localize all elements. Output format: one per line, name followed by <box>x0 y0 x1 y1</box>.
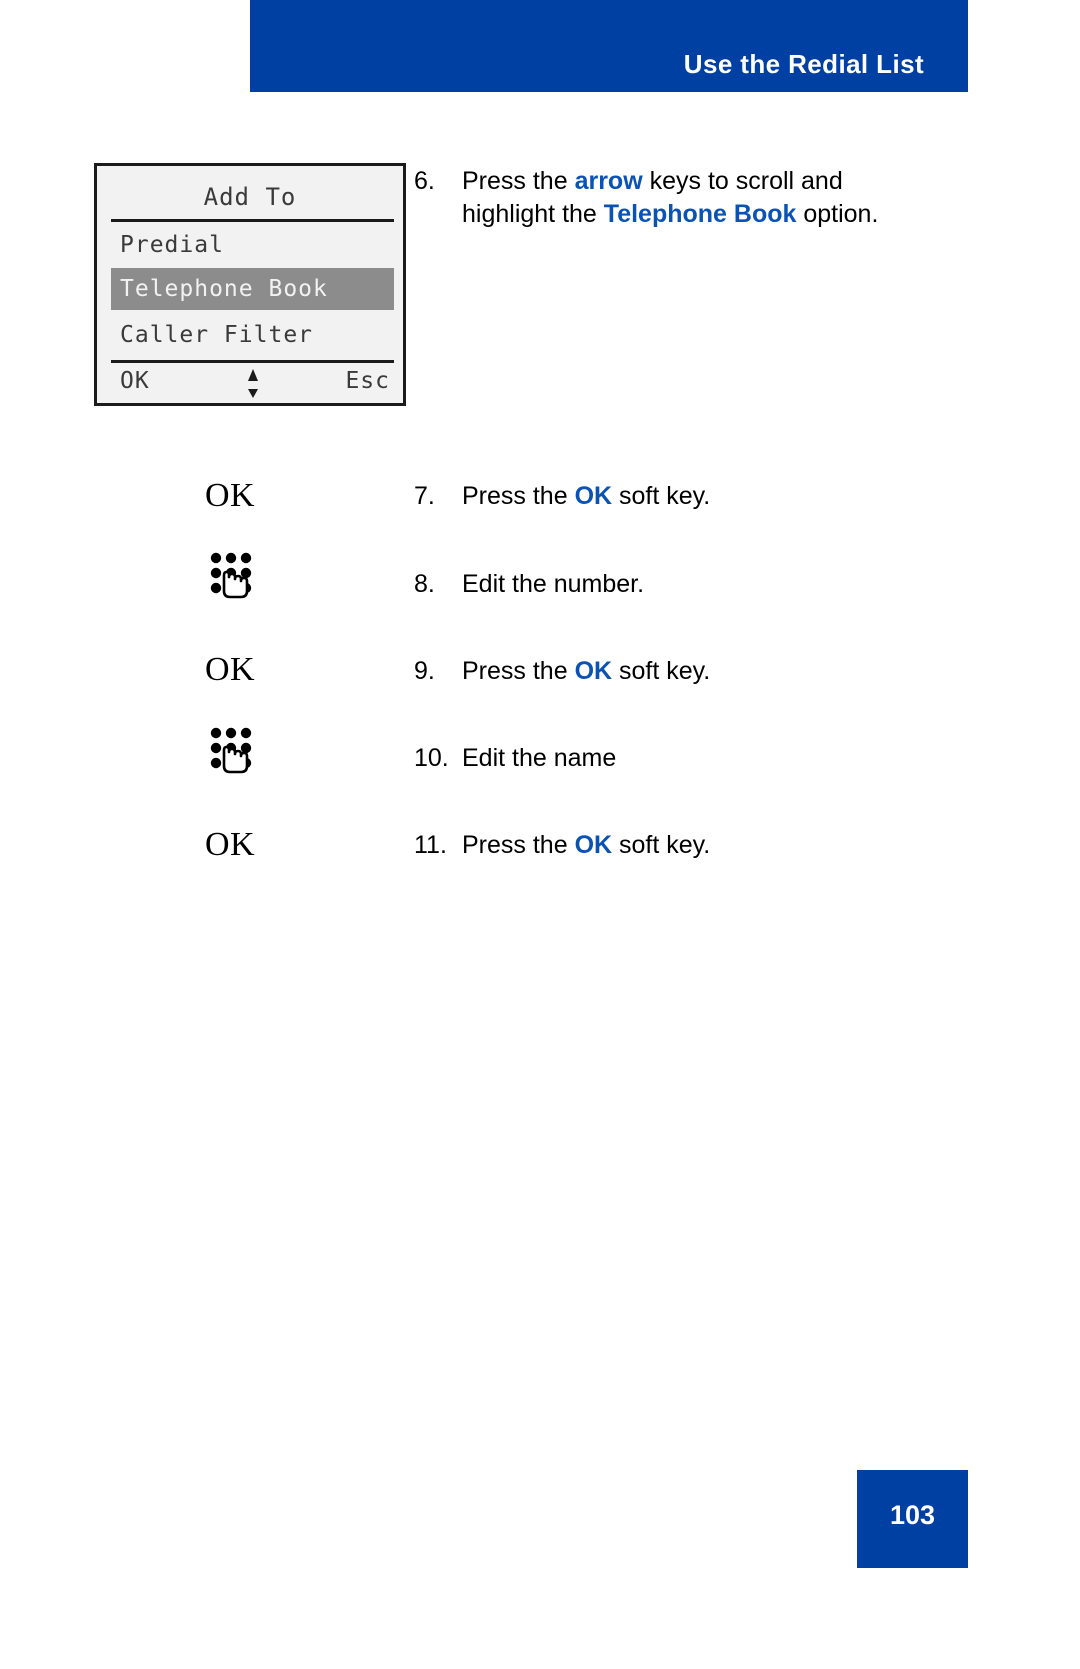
ok-soft-key-icon: OK <box>205 826 256 863</box>
step-number: 7. <box>414 482 435 510</box>
emphasis-text: Telephone Book <box>603 200 797 228</box>
ok-soft-key-icon: OK <box>205 651 256 688</box>
lcd-menu-item-caller-filter[interactable]: Caller Filter <box>111 314 394 356</box>
page-header-banner: Use the Redial List <box>250 0 968 92</box>
page-title: Use the Redial List <box>683 49 924 79</box>
lcd-title-divider <box>111 219 394 222</box>
plain-text: Press the <box>462 657 575 685</box>
lcd-title: Add To <box>203 183 297 211</box>
lcd-softkey-ok[interactable]: OK <box>120 368 150 394</box>
step-number: 11. <box>414 831 447 859</box>
plain-text: Edit the number. <box>462 570 645 598</box>
plain-text: soft key. <box>612 482 711 510</box>
step-text: Press the OK soft key. <box>462 655 932 688</box>
plain-text: Press the <box>462 167 575 195</box>
step-number: 9. <box>414 657 435 685</box>
page-number-box: 103 <box>857 1470 968 1568</box>
arrow-down-glyph <box>247 389 258 398</box>
lcd-softkey-divider <box>111 360 394 363</box>
emphasis-text: OK <box>574 657 613 685</box>
lcd-softkey-esc[interactable]: Esc <box>345 368 390 394</box>
plain-text: soft key. <box>612 831 711 859</box>
lcd-menu-item-telephone-book[interactable]: Telephone Book <box>111 268 394 310</box>
step-number: 10. <box>414 744 449 772</box>
phone-lcd-screenshot: Add To Predial Telephone Book Caller Fil… <box>94 163 406 406</box>
emphasis-text: OK <box>574 482 613 510</box>
dialpad-keypad-icon <box>204 548 260 604</box>
step-number: 8. <box>414 570 435 598</box>
dialpad-keypad-icon <box>204 723 260 779</box>
emphasis-text: OK <box>574 831 613 859</box>
step-text: Press the OK soft key. <box>462 829 932 862</box>
lcd-softkey-row: OK Esc <box>111 366 394 403</box>
step-text: Edit the name <box>462 742 932 775</box>
lcd-menu-item-predial[interactable]: Predial <box>111 224 394 266</box>
plain-text: Press the <box>462 831 575 859</box>
plain-text: option. <box>796 200 879 228</box>
step-text: Edit the number. <box>462 568 932 601</box>
step-text: Press the OK soft key. <box>462 480 932 513</box>
step-text: Press the arrow keys to scroll and highl… <box>462 165 932 231</box>
arrow-up-glyph <box>247 369 258 381</box>
up-down-arrow-icon <box>246 369 260 399</box>
plain-text: Edit the name <box>462 744 617 772</box>
plain-text: Press the <box>462 482 575 510</box>
emphasis-text: arrow <box>574 167 643 195</box>
step-number: 6. <box>414 167 435 195</box>
ok-soft-key-icon: OK <box>205 477 256 514</box>
page-number: 103 <box>889 1500 936 1530</box>
plain-text: soft key. <box>612 657 711 685</box>
